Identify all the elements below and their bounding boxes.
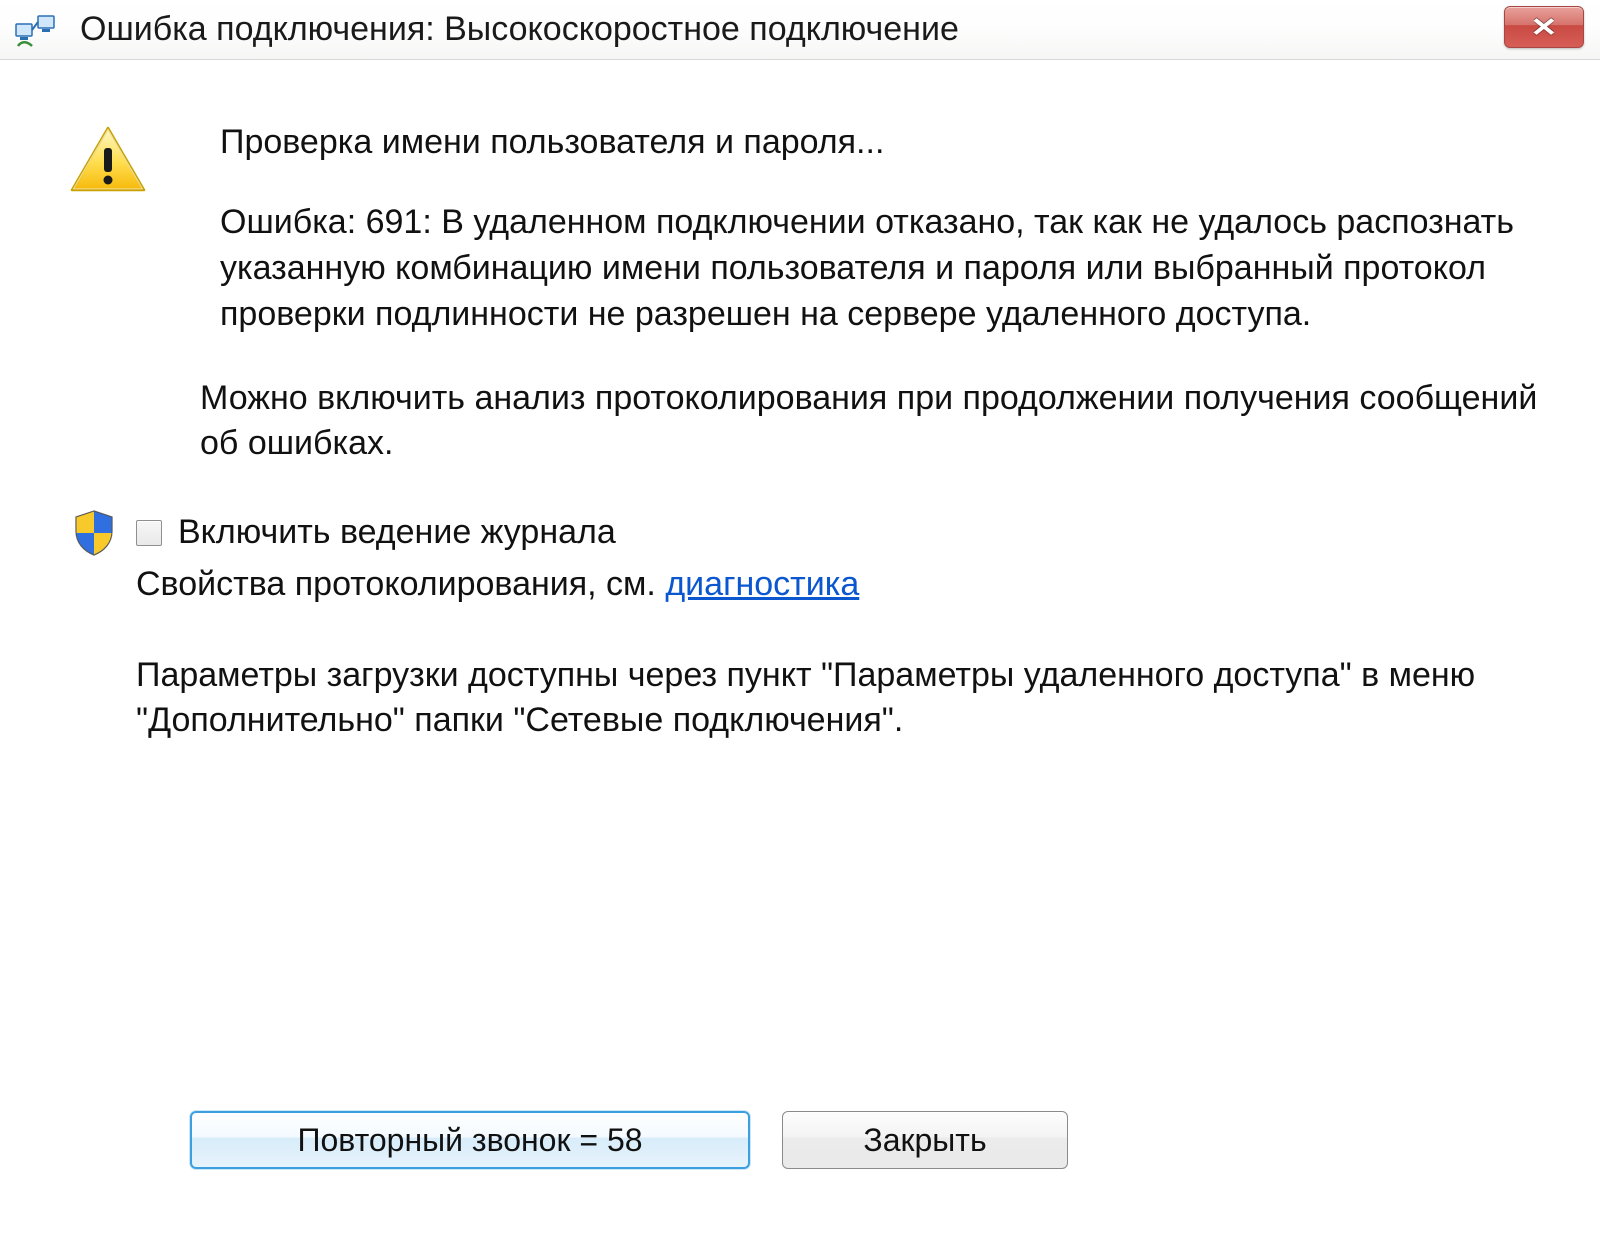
enable-logging-label: Включить ведение журнала	[178, 509, 616, 557]
dialog-body: Проверка имени пользователя и пароля... …	[0, 60, 1600, 1235]
enable-logging-checkbox[interactable]	[136, 520, 162, 546]
button-row: Повторный звонок = 58 Закрыть	[0, 1111, 1600, 1169]
logging-tip-text: Можно включить анализ протоколирования п…	[200, 376, 1540, 468]
uac-shield-icon	[72, 509, 118, 562]
logging-properties-text: Свойства протоколирования, см. диагности…	[136, 561, 1540, 609]
dialog-title: Ошибка подключения: Высокоскоростное под…	[80, 10, 959, 49]
redial-button[interactable]: Повторный звонок = 58	[190, 1111, 750, 1169]
close-button[interactable]: Закрыть	[782, 1111, 1068, 1169]
logging-properties-prefix: Свойства протоколирования, см.	[136, 565, 665, 603]
warning-icon	[68, 124, 158, 201]
close-icon: ✕	[1530, 12, 1557, 43]
dialog-window: Ошибка подключения: Высокоскоростное под…	[0, 0, 1600, 1235]
status-text: Проверка имени пользователя и пароля...	[220, 120, 1540, 166]
ras-params-text: Параметры загрузки доступны через пункт …	[136, 653, 1540, 745]
titlebar: Ошибка подключения: Высокоскоростное под…	[0, 0, 1600, 60]
connection-icon	[14, 10, 58, 50]
window-close-button[interactable]: ✕	[1504, 6, 1584, 48]
diagnostics-link[interactable]: диагностика	[665, 565, 859, 603]
error-text: Ошибка: 691: В удаленном подключении отк…	[220, 200, 1540, 338]
